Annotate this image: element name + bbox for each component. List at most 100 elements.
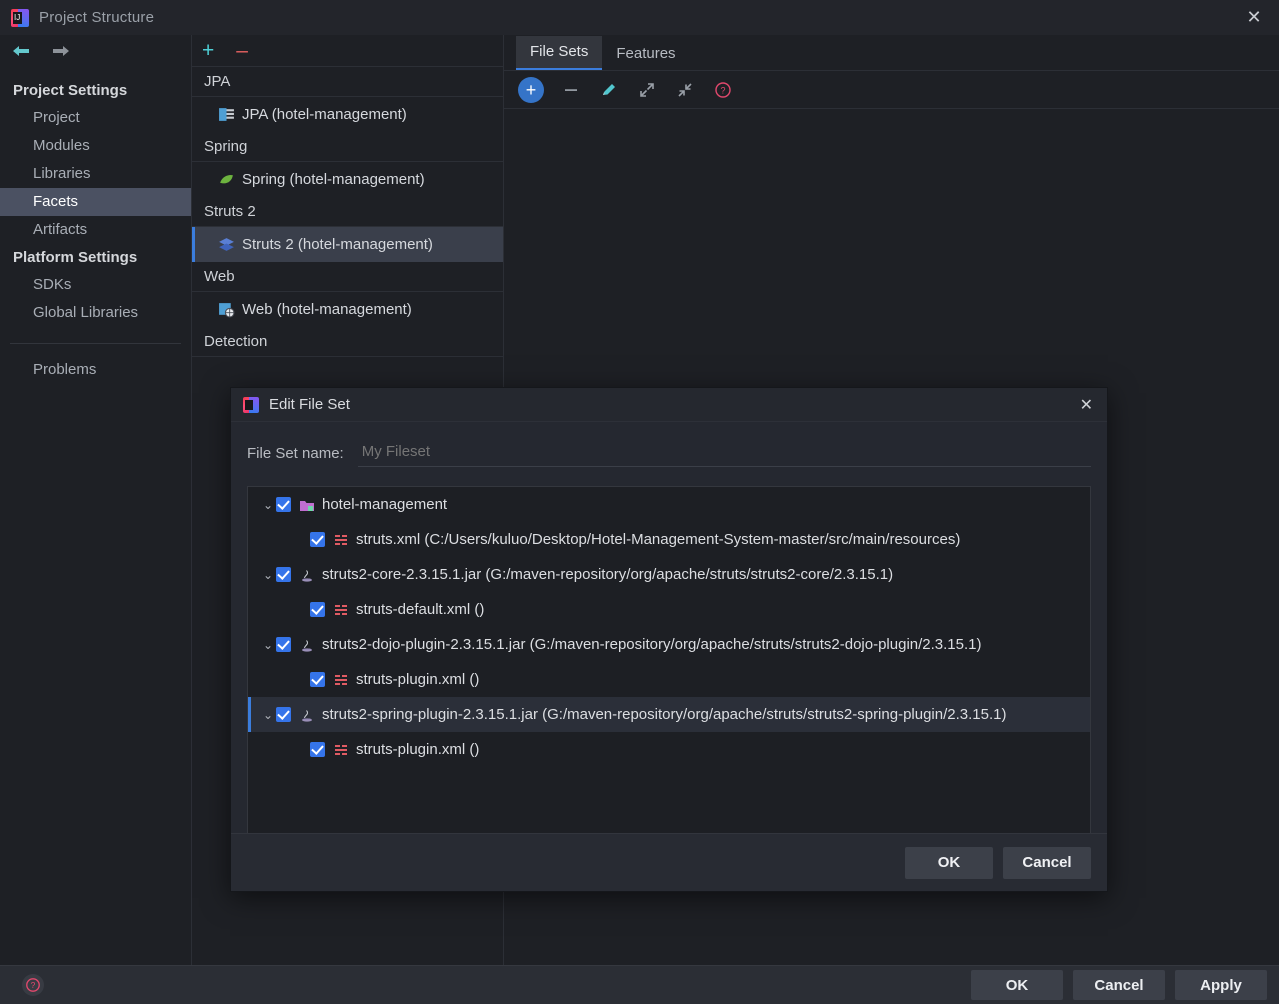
facet-group-jpa: JPA xyxy=(192,67,503,97)
close-icon[interactable]: ✕ xyxy=(1229,0,1279,35)
edit-file-set-dialog: Edit File Set ✕ File Set name: ⌄ hotel-m… xyxy=(230,387,1108,892)
settings-sidebar: Project Settings Project Modules Librari… xyxy=(0,35,192,965)
tree-row[interactable]: struts.xml (C:/Users/kuluo/Desktop/Hotel… xyxy=(248,522,1090,557)
facet-item-jpa[interactable]: JPA (hotel-management) xyxy=(192,97,503,132)
facet-item-spring[interactable]: Spring (hotel-management) xyxy=(192,162,503,197)
tree-checkbox[interactable] xyxy=(276,497,291,512)
tree-row-label: struts-default.xml () xyxy=(356,601,485,618)
sidebar-item-project[interactable]: Project xyxy=(0,104,191,132)
sidebar-item-libraries[interactable]: Libraries xyxy=(0,160,191,188)
sidebar-item-global-libraries[interactable]: Global Libraries xyxy=(0,299,191,327)
file-set-name-input[interactable] xyxy=(357,439,1091,467)
edit-dialog-footer: OK Cancel xyxy=(231,833,1107,891)
spring-leaf-icon xyxy=(220,174,233,184)
sidebar-navigation xyxy=(0,35,191,67)
tree-row-label: struts2-spring-plugin-2.3.15.1.jar (G:/m… xyxy=(322,706,1007,723)
edit-dialog-title: Edit File Set xyxy=(269,396,350,413)
tree-row[interactable]: ⌄ struts2-dojo-plugin-2.3.15.1.jar (G:/m… xyxy=(248,627,1090,662)
tree-checkbox[interactable] xyxy=(276,707,291,722)
arrow-right-icon[interactable] xyxy=(50,43,72,59)
tree-row[interactable]: struts-default.xml () xyxy=(248,592,1090,627)
tree-row-label: struts-plugin.xml () xyxy=(356,741,480,758)
file-set-name-label: File Set name: xyxy=(247,444,344,462)
file-set-name-row: File Set name: xyxy=(247,436,1091,470)
facet-item-web[interactable]: Web (hotel-management) xyxy=(192,292,503,327)
chevron-down-icon[interactable]: ⌄ xyxy=(260,708,276,722)
help-button[interactable]: ? xyxy=(712,79,734,101)
sidebar-item-sdks[interactable]: SDKs xyxy=(0,271,191,299)
add-fileset-button[interactable]: + xyxy=(518,76,544,103)
tree-row-label: hotel-management xyxy=(322,496,448,513)
jpa-icon xyxy=(219,108,234,121)
pencil-icon xyxy=(603,83,615,95)
edit-dialog-cancel-button[interactable]: Cancel xyxy=(1003,846,1091,879)
tree-checkbox[interactable] xyxy=(310,672,325,687)
help-circle-icon: ? xyxy=(26,978,40,992)
tab-features[interactable]: Features xyxy=(602,38,689,70)
intellij-idea-icon xyxy=(243,396,259,413)
tree-row-label: struts-plugin.xml () xyxy=(356,671,480,688)
sidebar-item-problems[interactable]: Problems xyxy=(0,356,191,384)
ok-button[interactable]: OK xyxy=(971,970,1063,1000)
facet-group-web: Web xyxy=(192,262,503,292)
file-set-tree[interactable]: ⌄ hotel-management struts.xml (C:/Users/… xyxy=(247,486,1091,836)
tree-row-label: struts2-core-2.3.15.1.jar (G:/maven-repo… xyxy=(322,566,894,583)
tree-checkbox[interactable] xyxy=(276,567,291,582)
sidebar-group-project-settings: Project Settings xyxy=(13,82,128,99)
cancel-button[interactable]: Cancel xyxy=(1073,970,1165,1000)
close-icon[interactable]: ✕ xyxy=(1080,395,1093,415)
expand-all-button[interactable] xyxy=(636,79,658,101)
facet-item-label: JPA (hotel-management) xyxy=(242,106,407,123)
intellij-idea-icon: IJ xyxy=(11,8,29,27)
chevron-down-icon[interactable]: ⌄ xyxy=(260,638,276,652)
chevron-down-icon[interactable]: ⌄ xyxy=(260,498,276,512)
sidebar-divider xyxy=(10,343,181,344)
footer-help-button[interactable]: ? xyxy=(22,974,44,996)
module-folder-icon xyxy=(300,500,314,511)
tree-row-label: struts2-dojo-plugin-2.3.15.1.jar (G:/mav… xyxy=(322,636,982,653)
edit-dialog-titlebar: Edit File Set ✕ xyxy=(231,388,1107,422)
window-title: Project Structure xyxy=(39,9,155,26)
tree-row[interactable]: struts-plugin.xml () xyxy=(248,662,1090,697)
arrow-left-icon[interactable] xyxy=(10,43,32,59)
tree-row[interactable]: ⌄ hotel-management xyxy=(248,487,1090,522)
edit-fileset-button[interactable] xyxy=(598,79,620,101)
xml-file-icon xyxy=(335,604,347,615)
tree-checkbox[interactable] xyxy=(310,602,325,617)
sidebar-item-facets[interactable]: Facets xyxy=(0,188,191,216)
tab-file-sets[interactable]: File Sets xyxy=(516,36,603,70)
tree-checkbox[interactable] xyxy=(310,532,325,547)
facets-toolbar: + – xyxy=(192,35,503,67)
tree-row[interactable]: ⌄ struts2-spring-plugin-2.3.15.1.jar (G:… xyxy=(248,697,1090,732)
tree-checkbox[interactable] xyxy=(276,637,291,652)
facet-group-spring: Spring xyxy=(192,132,503,162)
facet-group-detection: Detection xyxy=(192,327,503,357)
edit-dialog-ok-button[interactable]: OK xyxy=(905,846,993,879)
tree-row[interactable]: ⌄ struts2-core-2.3.15.1.jar (G:/maven-re… xyxy=(248,557,1090,592)
facet-item-struts2[interactable]: Struts 2 (hotel-management) xyxy=(192,227,503,262)
collapse-all-button[interactable] xyxy=(674,79,696,101)
svg-text:?: ? xyxy=(720,85,725,95)
minus-icon xyxy=(565,88,577,91)
jar-file-icon xyxy=(302,569,312,582)
remove-facet-button[interactable]: – xyxy=(236,40,248,61)
jar-file-icon xyxy=(302,639,312,652)
sidebar-item-artifacts[interactable]: Artifacts xyxy=(0,216,191,244)
footer-buttons: OK Cancel Apply xyxy=(971,970,1279,1000)
sidebar-group-platform-settings: Platform Settings xyxy=(13,249,138,266)
sidebar-item-modules[interactable]: Modules xyxy=(0,132,191,160)
web-icon xyxy=(219,303,235,318)
chevron-down-icon[interactable]: ⌄ xyxy=(260,568,276,582)
facet-item-label: Spring (hotel-management) xyxy=(242,171,425,188)
dialog-footer: ? OK Cancel Apply xyxy=(0,965,1279,1004)
sidebar-list: Project Settings Project Modules Librari… xyxy=(0,77,191,384)
add-facet-button[interactable]: + xyxy=(202,40,214,61)
struts2-icon xyxy=(219,238,234,251)
facet-group-struts2: Struts 2 xyxy=(192,197,503,227)
apply-button[interactable]: Apply xyxy=(1175,970,1267,1000)
tree-row[interactable]: struts-plugin.xml () xyxy=(248,732,1090,767)
svg-text:?: ? xyxy=(31,980,36,990)
remove-fileset-button[interactable] xyxy=(560,79,582,101)
edit-dialog-body: File Set name: ⌄ hotel-management xyxy=(231,422,1107,836)
tree-checkbox[interactable] xyxy=(310,742,325,757)
